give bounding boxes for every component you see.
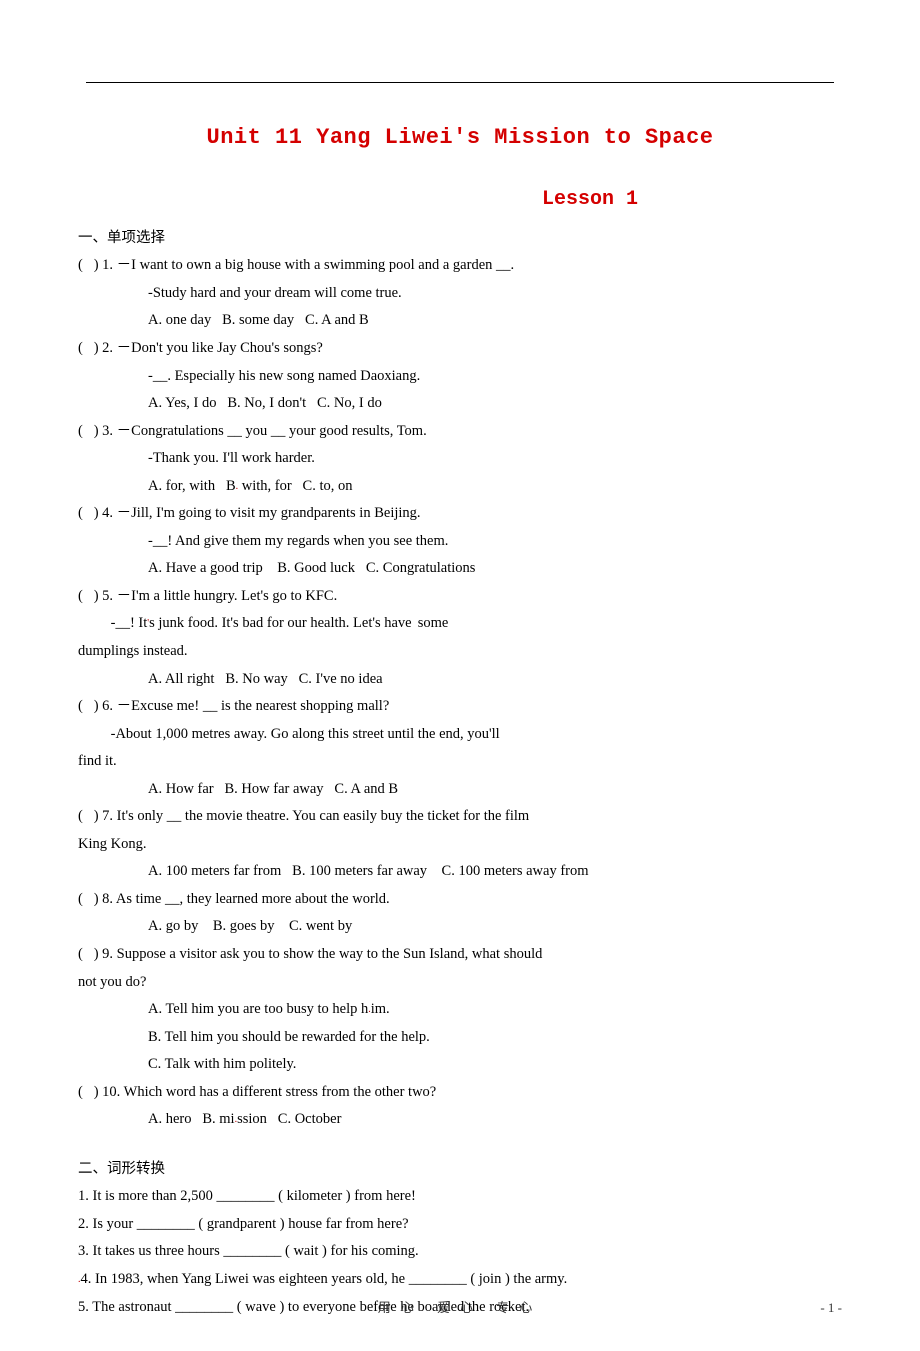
q5-options: A. All right B. No way C. I've no idea: [78, 666, 842, 694]
fill-2: 2. Is your ________ ( grandparent ) hous…: [78, 1211, 842, 1239]
q6-line2: -About 1,000 metres away. Go along this …: [78, 721, 842, 749]
q4-line1: ( ) 4. －Jill, I'm going to visit my gran…: [78, 500, 842, 528]
page-container: Unit 11 Yang Liwei's Mission to Space Le…: [0, 0, 920, 1351]
q1-line2: -Study hard and your dream will come tru…: [78, 280, 842, 308]
q3-options: A. for, with B. with, for C. to, on: [78, 473, 842, 501]
section-1: 一、单项选择 ( ) 1. －I want to own a big house…: [78, 225, 842, 1134]
q8-options: A. go by B. goes by C. went by: [78, 913, 842, 941]
q7-line2: King Kong.: [78, 831, 842, 859]
q9-option-c: C. Talk with him politely.: [78, 1051, 842, 1079]
q2-line2: -__. Especially his new song named Daoxi…: [78, 363, 842, 391]
section-1-heading: 一、单项选择: [78, 225, 842, 253]
q6-line3: find it.: [78, 748, 842, 776]
fill-3: 3. It takes us three hours ________ ( wa…: [78, 1238, 842, 1266]
q9-line2: not you do?: [78, 969, 842, 997]
fill-4: .4. In 1983, when Yang Liwei was eightee…: [78, 1266, 842, 1294]
q1-line1: ( ) 1. －I want to own a big house with a…: [78, 252, 842, 280]
q4-options: A. Have a good trip B. Good luck C. Cong…: [78, 555, 842, 583]
q7-line1: ( ) 7. It's only __ the movie theatre. Y…: [78, 803, 842, 831]
q2-line1: ( ) 2. －Don't you like Jay Chou's songs?: [78, 335, 842, 363]
q5-line2: -__! It's junk food. It's bad for our he…: [78, 610, 842, 638]
q3-opt-b: with, for C. to, on: [238, 478, 352, 494]
q1-options: A. one day B. some day C. A and B: [78, 307, 842, 335]
q6-options: A. How far B. How far away C. A and B: [78, 776, 842, 804]
q5-line1: ( ) 5. －I'm a little hungry. Let's go to…: [78, 583, 842, 611]
q8-line1: ( ) 8. As time __, they learned more abo…: [78, 886, 842, 914]
q9-a-2: im.: [371, 1001, 390, 1017]
fill-4-text: 4. In 1983, when Yang Liwei was eighteen…: [81, 1271, 568, 1287]
q9-option-a: A. Tell him you are too busy to help h.i…: [78, 996, 842, 1024]
q2-options: A. Yes, I do B. No, I don't C. No, I do: [78, 390, 842, 418]
q5-l2c: some: [414, 615, 448, 631]
q9-line1: ( ) 9. Suppose a visitor ask you to show…: [78, 941, 842, 969]
footer-motto: 用心 爱心 专心: [0, 1296, 920, 1321]
q4-line2: -__! And give them my regards when you s…: [78, 528, 842, 556]
q3-line1: ( ) 3. －Congratulations __ you __ your g…: [78, 418, 842, 446]
q3-opt-a: A. for, with B: [148, 478, 236, 494]
q6-line1: ( ) 6. －Excuse me! __ is the nearest sho…: [78, 693, 842, 721]
q10-options: A. hero B. mi.ssion C. October: [78, 1106, 842, 1134]
section-2-heading: 二、词形转换: [78, 1156, 842, 1184]
q5-l2b: s junk food. It's bad for our health. Le…: [149, 615, 412, 631]
q10-line1: ( ) 10. Which word has a different stres…: [78, 1079, 842, 1107]
top-rule: [86, 82, 834, 83]
q9-option-b: B. Tell him you should be rewarded for t…: [78, 1024, 842, 1052]
q10-opt-b: ssion C. October: [237, 1111, 341, 1127]
q9-a-1: A. Tell him you are too busy to help h: [148, 1001, 368, 1017]
page-footer: 用心 爱心 专心 - 1 -: [0, 1296, 920, 1321]
q10-opt-a: A. hero B. mi: [148, 1111, 235, 1127]
page-number: - 1 -: [820, 1296, 842, 1321]
q5-l2a: -__! It: [78, 615, 147, 631]
q5-line3: dumplings instead.: [78, 638, 842, 666]
q7-options: A. 100 meters far from B. 100 meters far…: [78, 858, 842, 886]
lesson-subtitle: Lesson 1: [338, 181, 842, 219]
fill-1: 1. It is more than 2,500 ________ ( kilo…: [78, 1183, 842, 1211]
q3-line2: -Thank you. I'll work harder.: [78, 445, 842, 473]
unit-title: Unit 11 Yang Liwei's Mission to Space: [78, 117, 842, 159]
